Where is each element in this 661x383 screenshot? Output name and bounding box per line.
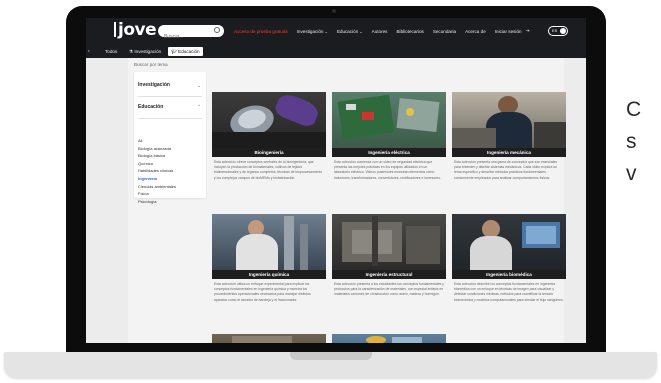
logo-bar-icon <box>114 22 116 37</box>
nav-item-1[interactable]: Investigación <box>297 29 324 34</box>
stage: jove Acceso de prueba gratuita Investigac… <box>0 0 661 383</box>
toggle-knob-icon <box>560 28 566 34</box>
card-row3-middle[interactable] <box>332 334 446 343</box>
laptop-notch <box>290 352 372 360</box>
card-description: Esta colección presenta una gama de conc… <box>454 160 558 180</box>
sidebar-item-6[interactable]: Ciencias ambientales <box>138 183 176 191</box>
nav-item-4[interactable]: Bibliotecarios <box>396 29 423 34</box>
card-bioingenieria[interactable]: Bioingeniería Esta colección ofrece conc… <box>212 92 326 186</box>
nav-item-3[interactable]: Autores <box>372 29 388 34</box>
chevron-up-icon[interactable]: ⌃ <box>197 104 201 110</box>
card-title: Ingeniería mecánica <box>452 148 566 157</box>
search-box[interactable] <box>158 25 224 43</box>
sidebar-item-8[interactable]: Psicología <box>138 198 176 206</box>
card-image <box>332 92 446 148</box>
sidebar-item-1[interactable]: Biología avanzada <box>138 145 176 153</box>
card-image <box>212 214 326 270</box>
card-ingenieria-estructural[interactable]: Ingeniería estructural Esta colección pr… <box>332 214 446 308</box>
sidebar-item-5[interactable]: Ingeniería <box>138 175 176 183</box>
card-ingenieria-mecanica[interactable]: Ingeniería mecánica Esta colección prese… <box>452 92 566 186</box>
chevron-down-icon[interactable]: ⌄ <box>359 29 362 34</box>
nav-item-0[interactable]: Acceso de prueba gratuita <box>234 29 288 34</box>
sidebar-item-0[interactable]: All <box>138 137 176 145</box>
side-text-line-2: s <box>626 130 637 153</box>
language-label: ES <box>552 28 558 33</box>
search-icon[interactable] <box>214 27 220 33</box>
card-image <box>452 214 566 270</box>
divider <box>138 118 202 119</box>
card-ingenieria-biomedica[interactable]: Ingeniería biomédica Esta colección desc… <box>452 214 566 308</box>
laptop-bezel: jove Acceso de prueba gratuita Investigac… <box>66 6 606 368</box>
laptop-screen: jove Acceso de prueba gratuita Investigac… <box>86 18 586 343</box>
search-input[interactable] <box>158 31 210 43</box>
card-description: Esta colección comienza con un video de … <box>334 160 441 180</box>
chevron-down-icon[interactable]: ⌄ <box>197 83 201 89</box>
sidebar-item-3[interactable]: Química <box>138 160 176 168</box>
card-image <box>452 92 566 148</box>
tab-label: Investigación <box>134 49 162 54</box>
logo-text: jove <box>118 20 157 40</box>
tabs-row: ▸ Todos ⚗ Investigación 🎓︎ Educación <box>86 44 586 58</box>
sidebar-section-educacion[interactable]: Educación <box>138 104 163 110</box>
tab-label: Educación <box>178 49 200 54</box>
card-image <box>332 334 446 343</box>
side-text-line-3: v <box>626 162 637 185</box>
card-ingenieria-quimica[interactable]: Ingeniería química Esta colección utiliz… <box>212 214 326 308</box>
tab-todos[interactable]: Todos <box>102 47 120 56</box>
breadcrumb: Buscar por tema <box>134 62 168 67</box>
card-row3-left[interactable] <box>212 334 326 343</box>
card-image <box>332 214 446 270</box>
card-ingenieria-electrica[interactable]: Ingeniería eléctrica Esta colección comi… <box>332 92 446 186</box>
chevron-down-icon[interactable]: ⌄ <box>324 29 327 34</box>
nav-item-5[interactable]: Secundaria <box>433 29 456 34</box>
card-title: Bioingeniería <box>212 148 326 157</box>
side-text-line-1: C <box>626 98 642 121</box>
jove-logo[interactable]: jove <box>114 20 157 40</box>
card-image <box>212 334 326 343</box>
card-description: Esta colección utiliza un enfoque experi… <box>214 282 311 302</box>
nav-menu: Acceso de prueba gratuita Investigación ⌄ E… <box>234 18 529 44</box>
divider <box>138 96 202 97</box>
card-description: Esta colección ofrece conceptos centrale… <box>214 160 323 180</box>
sidebar-item-2[interactable]: Biología básica <box>138 152 176 160</box>
card-title: Ingeniería química <box>212 270 326 279</box>
webcam-icon <box>332 9 336 13</box>
sidebar-item-4[interactable]: Habilidades clínicas <box>138 167 176 175</box>
graduation-cap-icon: 🎓︎ <box>171 49 177 54</box>
login-icon[interactable]: ⇥ <box>526 28 530 34</box>
card-description: Esta colección describe los conceptos fu… <box>454 282 564 302</box>
tabs-edge-icon: ▸ <box>88 48 91 53</box>
sidebar-item-7[interactable]: Física <box>138 190 176 198</box>
top-navbar: jove Acceso de prueba gratuita Investigac… <box>86 18 586 44</box>
language-toggle[interactable]: ES <box>548 26 568 36</box>
card-image <box>212 92 326 148</box>
tab-investigacion[interactable]: ⚗ Investigación <box>126 47 164 56</box>
flask-icon: ⚗ <box>129 49 134 54</box>
tab-educacion[interactable]: 🎓︎ Educación <box>168 47 203 56</box>
card-title: Ingeniería estructural <box>332 270 446 279</box>
nav-item-6[interactable]: Acerca de <box>465 29 486 34</box>
sidebar-section-investigacion[interactable]: Investigación <box>138 82 170 88</box>
nav-item-7[interactable]: Iniciar sesión <box>495 29 522 34</box>
nav-item-2[interactable]: Educación <box>337 29 358 34</box>
card-title: Ingeniería eléctrica <box>332 148 446 157</box>
card-description: Esta colección presenta a los estudiante… <box>334 282 444 297</box>
sidebar-topic-list: All Biología avanzada Biología básica Quími… <box>138 137 176 205</box>
topic-sidebar: Investigación ⌄ Educación ⌃ All Biología … <box>134 72 206 204</box>
main-content: Buscar por tema Investigación ⌄ Educació… <box>128 58 566 343</box>
card-title: Ingeniería biomédica <box>452 270 566 279</box>
